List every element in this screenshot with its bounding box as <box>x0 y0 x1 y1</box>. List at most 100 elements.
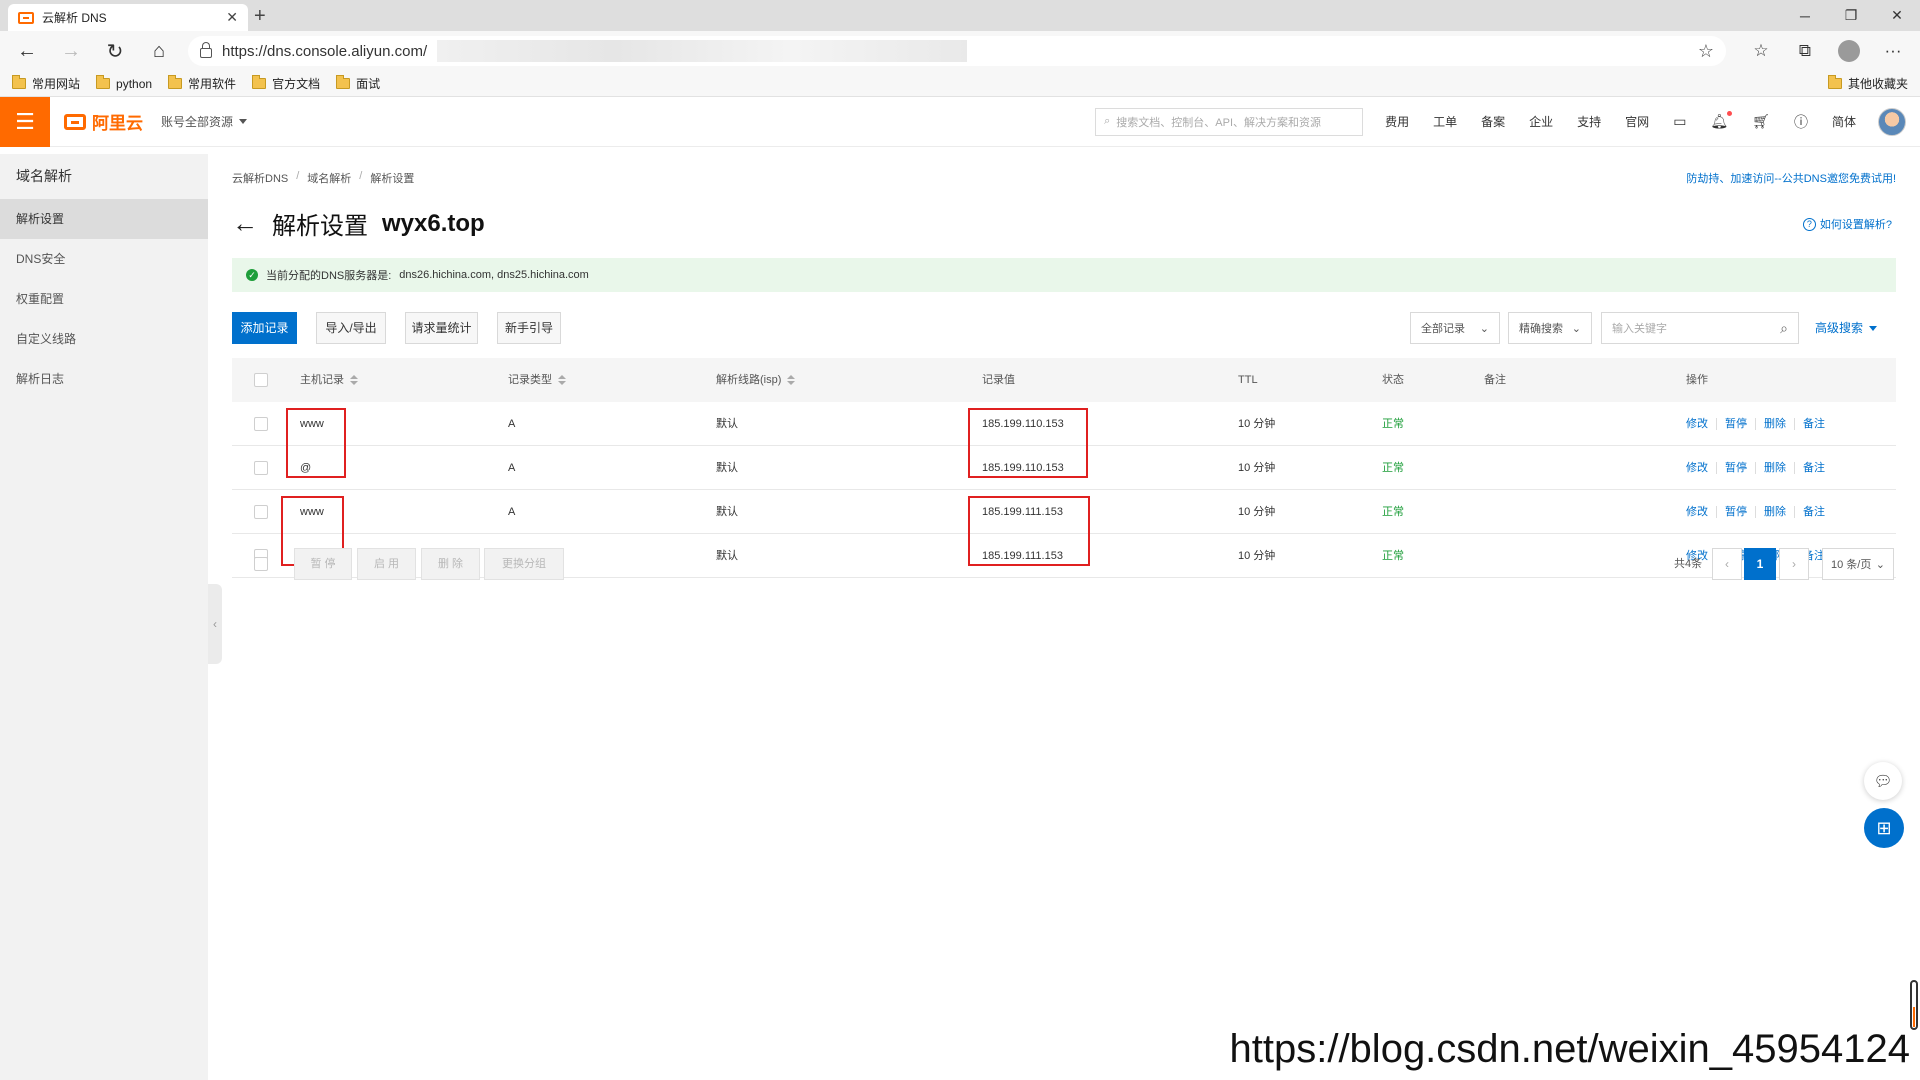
cart-icon[interactable]: 🛒︎ <box>1740 113 1782 130</box>
close-window-icon[interactable]: ✕ <box>1874 0 1920 31</box>
next-page-icon[interactable]: › <box>1779 548 1809 580</box>
cell-actions: 修改 暂停 删除 备注 <box>1686 446 1833 490</box>
refresh-icon[interactable]: ↻ <box>100 36 130 66</box>
cell-status: 正常 <box>1382 418 1404 430</box>
link-billing[interactable]: 费用 <box>1373 113 1421 130</box>
bookmark-folder[interactable]: 面试 <box>336 75 380 92</box>
highlight-box-host <box>286 408 346 478</box>
column-header-type[interactable]: 记录类型 <box>508 358 566 402</box>
account-resources-dropdown[interactable]: 账号全部资源 <box>161 113 248 130</box>
search-mode-select[interactable]: 精确搜索 ⌄ <box>1508 312 1592 344</box>
apps-grid-icon[interactable]: ⊞ <box>1864 808 1904 848</box>
bookmark-folder[interactable]: python <box>96 75 152 91</box>
other-bookmarks[interactable]: 其他收藏夹 <box>1827 75 1908 92</box>
sidebar-item-weight-config[interactable]: 权重配置 <box>0 279 208 319</box>
sort-icon[interactable] <box>787 375 796 386</box>
feedback-chat-icon[interactable]: 💬︎ <box>1864 762 1902 800</box>
sort-icon[interactable] <box>350 375 358 386</box>
pause-link[interactable]: 暂停 <box>1716 506 1755 518</box>
edit-link[interactable]: 修改 <box>1686 418 1716 430</box>
request-stats-button[interactable]: 请求量统计 <box>405 312 478 344</box>
bookmark-folder[interactable]: 官方文档 <box>252 75 320 92</box>
user-avatar[interactable] <box>1878 107 1906 136</box>
sidebar-item-dns-security[interactable]: DNS安全 <box>0 239 208 279</box>
remark-link[interactable]: 备注 <box>1794 418 1833 430</box>
favorites-icon[interactable]: ☆ <box>1746 36 1776 66</box>
keyword-input[interactable]: 输入关键字 ⌕ <box>1601 312 1799 344</box>
url-field[interactable]: https://dns.console.aliyun.com/ ☆ <box>188 36 1726 66</box>
scroll-indicator[interactable] <box>1910 980 1918 1030</box>
breadcrumb-item[interactable]: 云解析DNS <box>232 170 288 186</box>
row-checkbox[interactable] <box>254 417 268 431</box>
tab-close-icon[interactable]: ✕ <box>226 9 238 26</box>
edit-link[interactable]: 修改 <box>1686 506 1716 518</box>
sidebar-collapse-handle[interactable]: ‹ <box>208 584 222 664</box>
console-search-input[interactable]: ⌕ 搜索文档、控制台、API、解决方案和资源 <box>1095 107 1364 136</box>
link-enterprise[interactable]: 企业 <box>1517 113 1565 130</box>
link-icp[interactable]: 备案 <box>1469 113 1517 130</box>
bulk-enable-button[interactable]: 启 用 <box>357 548 416 580</box>
help-icon[interactable]: ⓘ <box>1782 112 1820 132</box>
row-checkbox[interactable] <box>254 505 268 519</box>
more-icon[interactable]: ··· <box>1878 36 1908 66</box>
delete-link[interactable]: 删除 <box>1755 418 1794 430</box>
minimize-icon[interactable]: ─ <box>1782 0 1828 31</box>
highlight-box-value <box>968 408 1088 478</box>
sidebar-item-custom-lines[interactable]: 自定义线路 <box>0 319 208 359</box>
promo-link[interactable]: 防劫持、加速访问--公共DNS邀您免费试用! <box>1686 170 1896 186</box>
column-header-line[interactable]: 解析线路(isp) <box>716 358 796 402</box>
new-tab-icon[interactable]: + <box>254 5 266 28</box>
link-official[interactable]: 官网 <box>1613 113 1661 130</box>
add-record-button[interactable]: 添加记录 <box>232 312 297 344</box>
bookmark-folder[interactable]: 常用软件 <box>168 75 236 92</box>
back-arrow-icon[interactable]: ← <box>232 208 258 239</box>
breadcrumb-item[interactable]: 域名解析 <box>307 170 351 186</box>
import-export-button[interactable]: 导入/导出 <box>316 312 386 344</box>
record-filter-select[interactable]: 全部记录 ⌄ <box>1410 312 1500 344</box>
bulk-delete-button[interactable]: 删 除 <box>421 548 480 580</box>
page-number-current[interactable]: 1 <box>1744 548 1776 580</box>
bookmark-folder[interactable]: 常用网站 <box>12 75 80 92</box>
language-switch[interactable]: 简体 <box>1820 113 1868 130</box>
link-tickets[interactable]: 工单 <box>1421 113 1469 130</box>
remark-link[interactable]: 备注 <box>1794 506 1833 518</box>
remark-link[interactable]: 备注 <box>1794 462 1833 474</box>
pause-link[interactable]: 暂停 <box>1716 462 1755 474</box>
forward-icon[interactable]: → <box>56 36 86 66</box>
collections-icon[interactable]: ⧉ <box>1790 36 1820 66</box>
favorite-star-icon[interactable]: ☆ <box>1698 41 1714 62</box>
window-controls: ─ ❐ ✕ <box>1782 0 1920 31</box>
pause-link[interactable]: 暂停 <box>1716 418 1755 430</box>
bulk-pause-button[interactable]: 暂 停 <box>294 548 352 580</box>
home-icon[interactable]: ⌂ <box>144 36 174 66</box>
column-header-status: 状态 <box>1382 374 1404 386</box>
browser-tab[interactable]: 云解析 DNS ✕ <box>8 4 248 31</box>
sort-icon[interactable] <box>558 375 566 386</box>
restore-icon[interactable]: ❐ <box>1828 0 1874 31</box>
prev-page-icon[interactable]: ‹ <box>1712 548 1742 580</box>
sidebar-item-dns-settings[interactable]: 解析设置 <box>0 199 208 239</box>
chevron-down-icon: ⌄ <box>1875 558 1885 571</box>
back-icon[interactable]: ← <box>12 36 42 66</box>
aliyun-logo[interactable]: 阿里云 <box>64 109 143 134</box>
beginner-guide-button[interactable]: 新手引导 <box>497 312 561 344</box>
link-support[interactable]: 支持 <box>1565 113 1613 130</box>
menu-icon[interactable]: ☰ <box>0 96 50 147</box>
delete-link[interactable]: 删除 <box>1755 506 1794 518</box>
profile-icon[interactable] <box>1834 36 1864 66</box>
delete-link[interactable]: 删除 <box>1755 462 1794 474</box>
address-bar: ← → ↻ ⌂ https://dns.console.aliyun.com/ … <box>0 31 1920 71</box>
bell-icon[interactable]: 🔔︎ <box>1698 111 1740 130</box>
row-checkbox[interactable] <box>254 461 268 475</box>
sidebar-item-dns-logs[interactable]: 解析日志 <box>0 359 208 399</box>
select-all-checkbox[interactable] <box>254 373 268 387</box>
advanced-search-link[interactable]: 高级搜索 <box>1815 312 1877 344</box>
search-icon[interactable]: ⌕ <box>1780 320 1788 337</box>
terminal-icon[interactable]: ▭ <box>1661 113 1698 130</box>
select-all-footer-checkbox[interactable] <box>254 557 268 571</box>
change-group-button[interactable]: 更换分组 <box>484 548 564 580</box>
edit-link[interactable]: 修改 <box>1686 462 1716 474</box>
help-link[interactable]: ? 如何设置解析? <box>1802 216 1892 232</box>
column-header-host[interactable]: 主机记录 <box>300 358 358 402</box>
page-size-select[interactable]: 10 条/页 ⌄ <box>1822 548 1894 580</box>
